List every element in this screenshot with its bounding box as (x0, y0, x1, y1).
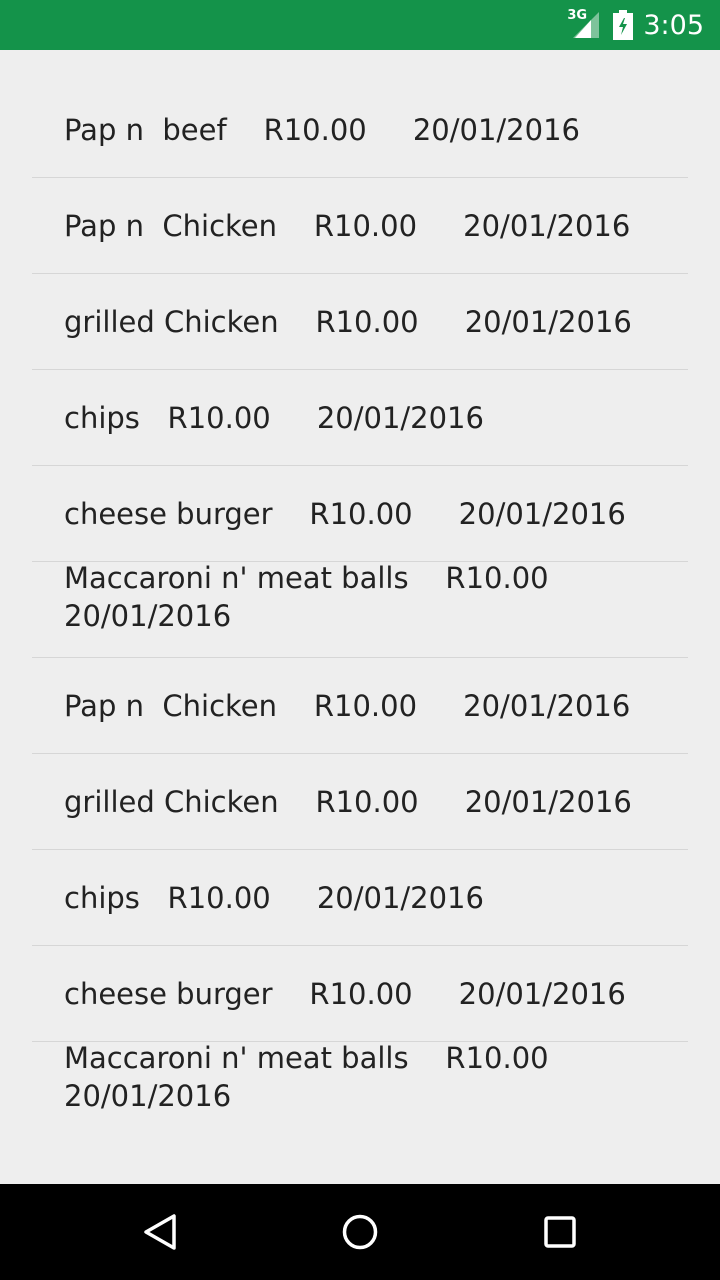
list-item-text: Maccaroni n' meat balls R10.00 20/01/201… (64, 561, 549, 633)
status-icons: 3G 3:05 (567, 0, 704, 50)
list-item[interactable]: Pap n beef R10.00 20/01/2016 (32, 82, 688, 178)
back-icon[interactable] (140, 1212, 180, 1252)
list-item-text: chips R10.00 20/01/2016 (64, 401, 484, 435)
list-item[interactable]: grilled Chicken R10.00 20/01/2016 (32, 274, 688, 370)
clock: 3:05 (643, 9, 704, 41)
list-item-text: grilled Chicken R10.00 20/01/2016 (64, 785, 632, 819)
list-item[interactable]: Maccaroni n' meat balls R10.00 20/01/201… (32, 561, 688, 658)
list-item[interactable]: Pap n Chicken R10.00 20/01/2016 (32, 658, 688, 754)
list-item[interactable]: cheese burger R10.00 20/01/2016 (32, 466, 688, 562)
list-item-text: Pap n Chicken R10.00 20/01/2016 (64, 209, 631, 243)
orders-list: Pap n beef R10.00 20/01/2016 Pap n Chick… (32, 82, 688, 1138)
list-item[interactable]: cheese burger R10.00 20/01/2016 (32, 946, 688, 1042)
list-item[interactable]: grilled Chicken R10.00 20/01/2016 (32, 754, 688, 850)
list-item-text: cheese burger R10.00 20/01/2016 (64, 977, 626, 1011)
list-item[interactable]: Pap n Chicken R10.00 20/01/2016 (32, 178, 688, 274)
signal-icon: 3G (567, 8, 603, 40)
recents-icon[interactable] (540, 1212, 580, 1252)
list-item[interactable]: Maccaroni n' meat balls R10.00 20/01/201… (32, 1041, 688, 1138)
list-item[interactable]: chips R10.00 20/01/2016 (32, 850, 688, 946)
list-item-text: grilled Chicken R10.00 20/01/2016 (64, 305, 632, 339)
list-item-text: Pap n beef R10.00 20/01/2016 (64, 113, 580, 147)
navigation-bar (0, 1184, 720, 1280)
list-item-text: Pap n Chicken R10.00 20/01/2016 (64, 689, 631, 723)
list-item-text: chips R10.00 20/01/2016 (64, 881, 484, 915)
status-bar: 3G 3:05 (0, 0, 720, 50)
battery-icon (613, 10, 634, 40)
list-item-text: cheese burger R10.00 20/01/2016 (64, 497, 626, 531)
home-icon[interactable] (340, 1212, 380, 1252)
list-item-text: Maccaroni n' meat balls R10.00 20/01/201… (64, 1041, 549, 1113)
list-item[interactable]: chips R10.00 20/01/2016 (32, 370, 688, 466)
